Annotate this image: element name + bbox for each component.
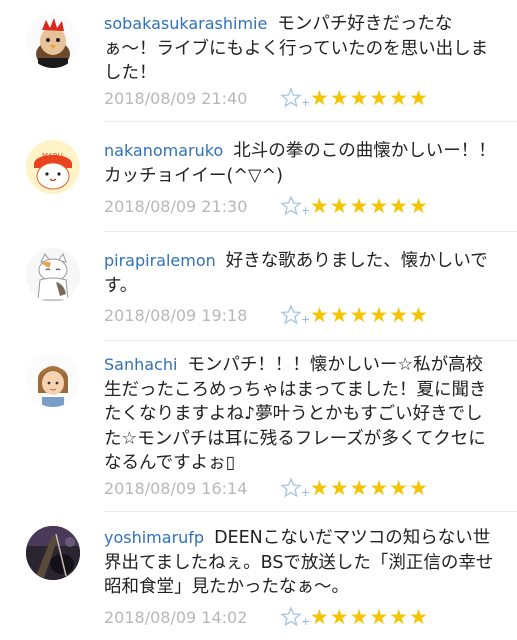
svg-text:+: + xyxy=(301,486,310,499)
star-plus-icon[interactable]: + xyxy=(280,303,312,327)
avatar[interactable] xyxy=(26,248,80,302)
svg-text:+: + xyxy=(301,96,310,109)
star-plus-icon[interactable]: + xyxy=(280,605,312,629)
comment-timestamp: 2018/08/09 14:02 xyxy=(104,607,248,627)
star-rating: ★★★★★★ xyxy=(310,605,429,629)
comment-timestamp: 2018/08/09 16:14 xyxy=(104,478,248,498)
svg-text:+: + xyxy=(301,615,310,628)
comment-meta: 2018/08/09 16:14 + ★★★★★★ xyxy=(104,475,429,501)
star-rating: ★★★★★★ xyxy=(310,194,429,218)
comment-timestamp: 2018/08/09 21:30 xyxy=(104,196,248,216)
comment-meta: 2018/08/09 19:18 + ★★★★★★ xyxy=(104,302,429,328)
star-plus-icon[interactable]: + xyxy=(280,476,312,500)
comment-meta: 2018/08/09 21:40 + ★★★★★★ xyxy=(104,85,429,111)
comment-username[interactable]: Sanhachi xyxy=(104,355,177,374)
avatar[interactable] xyxy=(26,526,80,580)
comment-username[interactable]: sobakasukarashimie xyxy=(104,14,267,33)
comment-username[interactable]: pirapiralemon xyxy=(104,251,216,270)
svg-text:+: + xyxy=(301,204,310,217)
divider xyxy=(104,511,517,512)
star-rating: ★★★★★★ xyxy=(310,303,429,327)
comment-timestamp: 2018/08/09 19:18 xyxy=(104,305,248,325)
divider xyxy=(104,340,517,341)
pixel-person-avatar-icon xyxy=(26,353,80,407)
comment-username[interactable]: yoshimarufp xyxy=(104,528,204,547)
comment-body: sobakasukarashimie モンパチ好きだったなぁ〜！ライブにもよく行っ… xyxy=(104,12,496,86)
comment-list: sobakasukarashimie モンパチ好きだったなぁ〜！ライブにもよく行っ… xyxy=(0,0,517,640)
cat-avatar-icon xyxy=(26,248,80,302)
avatar[interactable] xyxy=(26,353,80,407)
divider xyxy=(104,231,517,232)
star-rating: ★★★★★★ xyxy=(310,476,429,500)
comment-body: pirapiralemon 好きな歌ありました、懐かしいです。 xyxy=(104,249,496,298)
comment-body: yoshimarufp DEENこないだマツコの知らない世界出てましたねぇ。BSで… xyxy=(104,526,496,600)
divider xyxy=(104,121,517,122)
rooster-avatar-icon xyxy=(26,14,80,68)
comment-timestamp: 2018/08/09 21:40 xyxy=(104,88,248,108)
avatar-label: MARU xyxy=(42,152,63,160)
comment-body: nakanomaruko 北斗の拳のこの曲懐かしいー！！カッチョイイー(^▽^) xyxy=(104,139,496,188)
avatar[interactable] xyxy=(26,14,80,68)
comment-username[interactable]: nakanomaruko xyxy=(104,141,223,160)
svg-text:+: + xyxy=(301,313,310,326)
star-rating: ★★★★★★ xyxy=(310,86,429,110)
comment-body: Sanhachi モンパチ！！！懐かしいー☆私が高校生だったころめっちゃはまってま… xyxy=(104,353,496,476)
maru-character-avatar-icon: MARU xyxy=(26,140,80,194)
comment-meta: 2018/08/09 14:02 + ★★★★★★ xyxy=(104,604,429,630)
avatar[interactable]: MARU xyxy=(26,140,80,194)
star-plus-icon[interactable]: + xyxy=(280,86,312,110)
star-plus-icon[interactable]: + xyxy=(280,194,312,218)
comment-meta: 2018/08/09 21:30 + ★★★★★★ xyxy=(104,193,429,219)
guitar-photo-avatar-icon xyxy=(26,526,80,580)
